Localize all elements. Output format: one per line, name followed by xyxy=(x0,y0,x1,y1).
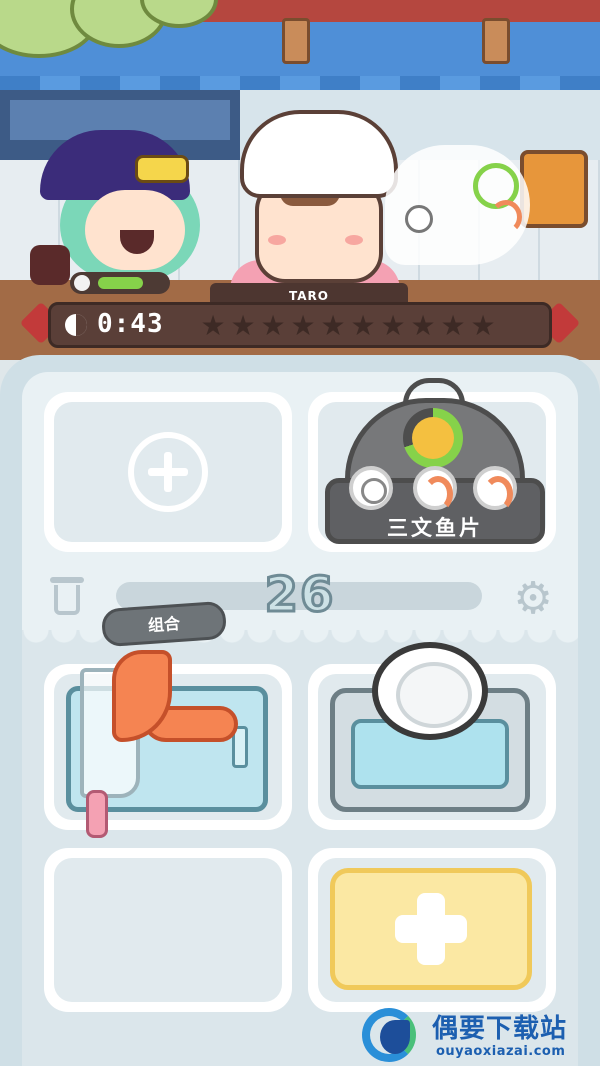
lantern-icon xyxy=(282,18,310,64)
bow-icon xyxy=(135,155,189,183)
star-icon: ★ xyxy=(290,309,316,342)
plate-icon[interactable] xyxy=(372,642,488,740)
moon-timer-icon xyxy=(65,314,87,336)
trash-icon[interactable] xyxy=(46,575,88,617)
hud-bar: 0:43 ★ ★ ★ ★ ★ ★ ★ ★ ★ ★ xyxy=(19,301,581,348)
lantern-icon xyxy=(482,18,510,64)
plate-icon xyxy=(349,466,393,510)
star-icon: ★ xyxy=(260,309,286,342)
score-value: 26 xyxy=(263,566,336,625)
star-icon: ★ xyxy=(230,309,256,342)
knife-handle xyxy=(86,790,108,838)
recipe-card[interactable]: 三文鱼片 xyxy=(325,378,545,546)
watermark-title: 偶要下载站 xyxy=(432,1014,568,1044)
time-remaining: 0:43 xyxy=(97,309,164,339)
customer-mood-bar xyxy=(70,272,170,294)
mood-bar-fill xyxy=(98,277,143,289)
order-speech-bubble[interactable] xyxy=(385,145,530,265)
chef-hat-icon xyxy=(240,110,398,198)
star-icon: ★ xyxy=(470,309,496,342)
dish-name: 三文鱼片 xyxy=(387,516,483,540)
shrimp-icon xyxy=(490,200,522,234)
tree-decoration xyxy=(0,0,218,60)
add-circle-icon xyxy=(128,432,208,512)
star-icon: ★ xyxy=(200,309,226,342)
star-icon: ★ xyxy=(320,309,346,342)
empty-station-slot[interactable] xyxy=(44,848,292,1012)
add-station-button[interactable] xyxy=(330,868,532,990)
shrimp-icon xyxy=(473,466,517,512)
cook-timer-icon xyxy=(403,408,463,468)
watermark-logo-icon xyxy=(362,1008,428,1062)
gear-icon[interactable]: ⚙ xyxy=(510,576,556,622)
peace-hand-icon xyxy=(30,245,70,285)
grater-icon xyxy=(520,150,588,228)
empty-recipe-slot[interactable] xyxy=(44,392,292,552)
star-icon: ★ xyxy=(350,309,376,342)
star-rating: ★ ★ ★ ★ ★ ★ ★ ★ ★ ★ xyxy=(199,312,497,340)
chef-character xyxy=(230,110,400,300)
salmon-icon[interactable] xyxy=(112,650,238,742)
star-icon: ★ xyxy=(440,309,466,342)
shrimp-icon xyxy=(413,466,457,512)
mood-face-icon xyxy=(74,275,90,291)
plate-icon xyxy=(405,205,433,233)
star-icon: ★ xyxy=(380,309,406,342)
watermark-url: ouyaoxiazai.com xyxy=(436,1044,566,1059)
star-icon: ★ xyxy=(410,309,436,342)
